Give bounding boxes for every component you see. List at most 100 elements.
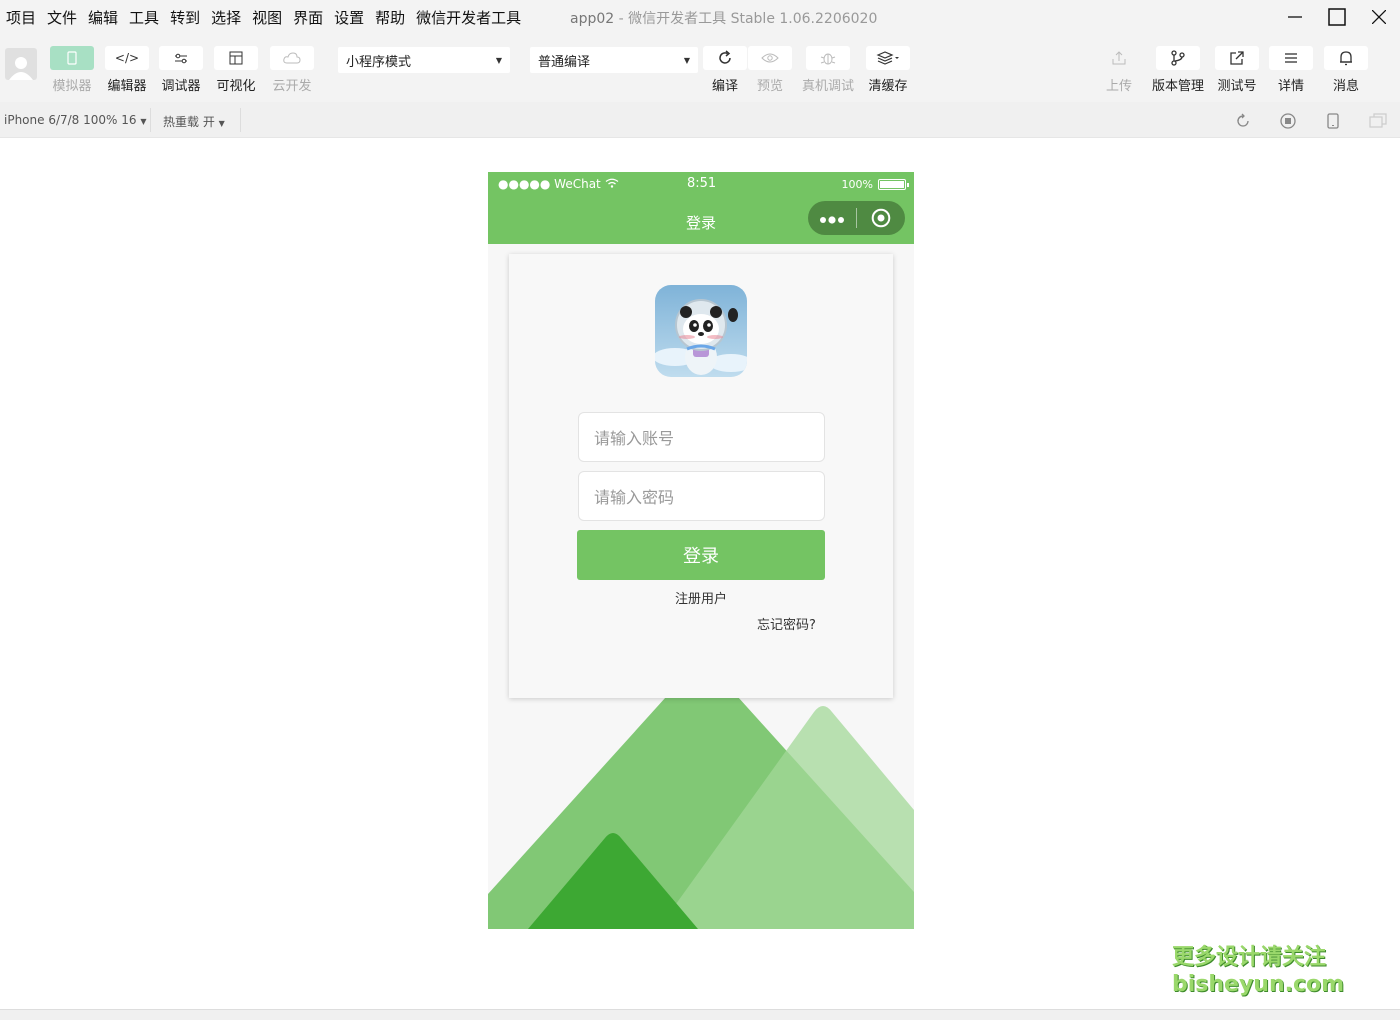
divider xyxy=(240,108,241,132)
phone-icon xyxy=(1326,113,1339,129)
details-button[interactable]: 详情 xyxy=(1267,46,1315,94)
version-label: 版本管理 xyxy=(1152,79,1205,94)
menu-item[interactable]: 界面 xyxy=(293,7,323,28)
menu-item[interactable]: 转到 xyxy=(170,7,200,28)
simulator-label: 模拟器 xyxy=(52,79,92,94)
record-button[interactable] xyxy=(1265,110,1310,132)
toolbar: 模拟器 </> 编辑器 调试器 可视化 云开发 小程序模式 ▼ 普通编译 ▼ 编… xyxy=(0,34,1400,102)
window-icon xyxy=(1368,113,1387,128)
phone-icon xyxy=(50,46,94,70)
status-bar-bottom xyxy=(0,1009,1400,1020)
upload-button[interactable]: 上传 xyxy=(1095,46,1143,94)
battery-percent: 100% xyxy=(841,178,873,191)
compile-select[interactable]: 普通编译 ▼ xyxy=(530,47,698,73)
capsule-menu xyxy=(808,201,905,235)
device-frame-button[interactable] xyxy=(1310,110,1355,132)
window-subtitle: 微信开发者工具 Stable 1.06.2206020 xyxy=(628,11,878,27)
detach-button[interactable] xyxy=(1355,110,1400,132)
editor-button[interactable]: </> 编辑器 xyxy=(103,46,151,94)
cloud-button[interactable]: 云开发 xyxy=(268,46,316,94)
device-select-value: iPhone 6/7/8 100% 16 xyxy=(4,113,137,127)
hot-reload-value: 热重载 开 xyxy=(163,115,215,129)
status-bar: ●●●●● WeChat 8:51 100% xyxy=(488,172,914,198)
wifi-icon xyxy=(605,178,618,188)
window-controls xyxy=(1274,0,1400,34)
login-button-label: 登录 xyxy=(683,546,719,567)
menu-item[interactable]: 工具 xyxy=(129,7,159,28)
version-button[interactable]: 版本管理 xyxy=(1152,46,1205,94)
rotate-icon xyxy=(1236,113,1249,127)
upload-label: 上传 xyxy=(1105,79,1132,94)
refresh-icon xyxy=(703,46,747,70)
panda-mascot-image xyxy=(655,285,747,377)
window-title: app02 - 微信开发者工具 Stable 1.06.2206020 xyxy=(570,8,877,28)
branch-icon xyxy=(1156,46,1200,70)
preview-button[interactable]: 预览 xyxy=(746,46,794,94)
eye-icon xyxy=(748,46,792,70)
test-account-button[interactable]: 测试号 xyxy=(1213,46,1261,94)
menu-item[interactable]: 帮助 xyxy=(375,7,405,28)
messages-button[interactable]: 消息 xyxy=(1322,46,1370,94)
record-icon xyxy=(1279,113,1296,129)
simulator-bar: iPhone 6/7/8 100% 16 ▼ 热重载 开 ▼ xyxy=(0,102,1400,138)
menu-icon xyxy=(1269,46,1313,70)
window-app-name: app02 xyxy=(570,11,615,27)
simulator-button[interactable]: 模拟器 xyxy=(48,46,96,94)
simulator-actions xyxy=(1220,110,1400,132)
carrier-text: ●●●●● WeChat xyxy=(498,177,601,191)
clear-cache-button[interactable]: 清缓存 xyxy=(864,46,912,94)
compile-button[interactable]: 编译 xyxy=(701,46,749,94)
target-icon xyxy=(871,208,891,228)
main-menu: 项目 文件 编辑 工具 转到 选择 视图 界面 设置 帮助 微信开发者工具 xyxy=(6,7,521,28)
compile-label: 编译 xyxy=(711,79,738,94)
watermark-line1: 更多设计请关注 xyxy=(1172,945,1327,970)
password-input[interactable]: 请输入密码 xyxy=(578,471,825,521)
account-input-placeholder: 请输入账号 xyxy=(594,429,675,448)
maximize-button[interactable] xyxy=(1316,0,1358,34)
forgot-password-link[interactable]: 忘记密码? xyxy=(757,614,816,633)
sliders-icon xyxy=(159,46,203,70)
hot-reload-select[interactable]: 热重载 开 ▼ xyxy=(163,113,225,130)
watermark: 更多设计请关注 bisheyun.com xyxy=(1172,944,1344,998)
register-link[interactable]: 注册用户 xyxy=(509,588,893,607)
editor-label: 编辑器 xyxy=(107,79,147,94)
layers-icon xyxy=(866,46,910,70)
minimize-icon xyxy=(1288,16,1302,18)
compile-select-value: 普通编译 xyxy=(538,54,591,70)
test-account-label: 测试号 xyxy=(1217,79,1257,94)
menu-item[interactable]: 视图 xyxy=(252,7,282,28)
password-input-placeholder: 请输入密码 xyxy=(594,488,675,507)
mode-select[interactable]: 小程序模式 ▼ xyxy=(338,47,510,73)
menu-item[interactable]: 选择 xyxy=(211,7,241,28)
debugger-button[interactable]: 调试器 xyxy=(157,46,205,94)
mode-select-value: 小程序模式 xyxy=(346,54,412,70)
minimize-button[interactable] xyxy=(1274,0,1316,34)
menu-bar: 项目 文件 编辑 工具 转到 选择 视图 界面 设置 帮助 微信开发者工具 app02 - 微信开发… xyxy=(0,0,1400,34)
device-select[interactable]: iPhone 6/7/8 100% 16 ▼ xyxy=(4,113,147,127)
user-avatar[interactable] xyxy=(5,48,37,80)
login-button[interactable]: 登录 xyxy=(577,530,825,580)
phone-simulator: ●●●●● WeChat 8:51 100% 登录 请输入账号 请输入密码 登录… xyxy=(488,172,914,929)
menu-item[interactable]: 微信开发者工具 xyxy=(416,7,521,28)
details-label: 详情 xyxy=(1277,79,1304,94)
battery-icon xyxy=(878,179,909,190)
bug-icon xyxy=(806,46,850,70)
rotate-button[interactable] xyxy=(1220,110,1265,132)
menu-item[interactable]: 编辑 xyxy=(88,7,118,28)
menu-item[interactable]: 设置 xyxy=(334,7,364,28)
close-window-button[interactable] xyxy=(1358,0,1400,34)
exit-miniprogram-button[interactable] xyxy=(857,208,905,228)
menu-item[interactable]: 项目 xyxy=(6,7,36,28)
more-button[interactable] xyxy=(808,209,856,228)
messages-label: 消息 xyxy=(1332,79,1359,94)
debugger-label: 调试器 xyxy=(161,79,201,94)
remote-debug-button[interactable]: 真机调试 xyxy=(802,46,854,94)
account-input[interactable]: 请输入账号 xyxy=(578,412,825,462)
chevron-down-icon: ▼ xyxy=(495,55,502,65)
code-icon: </> xyxy=(105,46,149,70)
watermark-line2: bisheyun.com xyxy=(1172,972,1345,997)
menu-item[interactable]: 文件 xyxy=(47,7,77,28)
visual-button[interactable]: 可视化 xyxy=(212,46,260,94)
carrier-label: ●●●●● WeChat xyxy=(498,177,619,191)
preview-label: 预览 xyxy=(756,79,783,94)
